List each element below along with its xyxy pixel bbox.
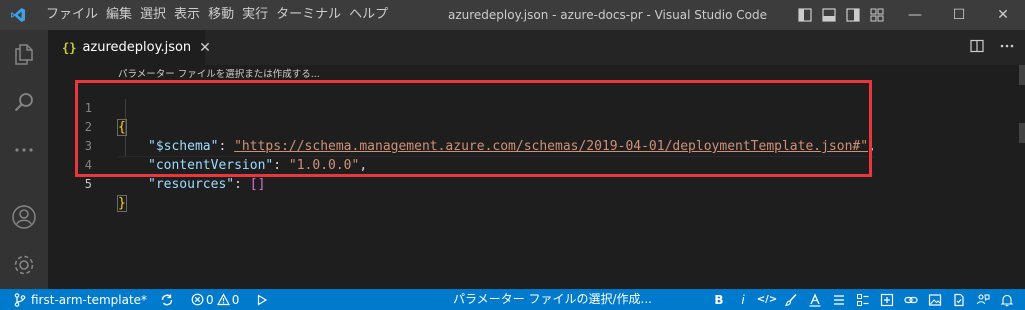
resources-key: "resources" bbox=[148, 177, 235, 192]
link-icon bbox=[904, 296, 918, 303]
menu-edit[interactable]: 編集 bbox=[102, 0, 136, 30]
toggle-panel-icon[interactable] bbox=[817, 0, 841, 30]
search-icon bbox=[14, 93, 33, 112]
sync-icon bbox=[161, 294, 173, 305]
tab-strip: {} azuredeploy.json ✕ bbox=[48, 30, 1025, 65]
sync-button[interactable] bbox=[152, 289, 179, 310]
code-button[interactable]: </> bbox=[755, 289, 779, 310]
menu-selection[interactable]: 選択 bbox=[136, 0, 170, 30]
branch-status[interactable]: first-arm-template* bbox=[0, 289, 152, 310]
line-number: 5 bbox=[84, 177, 92, 191]
paintbrush-icon bbox=[785, 293, 797, 306]
error-count: 0 bbox=[206, 292, 214, 307]
codelens-select-parameter-file[interactable]: パラメーター ファイルを選択または作成する... bbox=[118, 66, 320, 80]
status-bar: first-arm-template* 0 0 パラメーター ファイルの選択/作… bbox=[0, 289, 1025, 310]
problems-status[interactable]: 0 0 bbox=[179, 289, 244, 310]
text-color-button[interactable] bbox=[803, 289, 827, 310]
explorer-button[interactable] bbox=[0, 30, 48, 78]
files-icon bbox=[15, 44, 33, 65]
color-button[interactable] bbox=[779, 289, 803, 310]
file-check-icon bbox=[954, 293, 964, 306]
tab-label: azuredeploy.json bbox=[82, 40, 192, 55]
editor-actions bbox=[969, 30, 1015, 65]
branch-icon bbox=[14, 292, 26, 307]
branch-name: first-arm-template* bbox=[31, 292, 148, 307]
customize-layout-icon[interactable] bbox=[865, 0, 889, 30]
feedback-button[interactable] bbox=[971, 289, 995, 310]
warning-icon bbox=[216, 293, 230, 306]
image-icon bbox=[928, 293, 942, 306]
maximize-button[interactable]: ☐ bbox=[937, 0, 981, 30]
gear-icon bbox=[14, 255, 34, 275]
more-views-button[interactable] bbox=[0, 126, 48, 174]
status-right-items: B i </> bbox=[707, 289, 1019, 310]
run-icon bbox=[258, 293, 268, 306]
colon: : bbox=[234, 177, 250, 192]
menu-terminal[interactable]: ターミナル bbox=[272, 0, 345, 30]
warning-count: 0 bbox=[231, 292, 240, 307]
bell-icon bbox=[1000, 294, 1014, 306]
manage-button[interactable] bbox=[0, 241, 48, 289]
text-color-icon bbox=[809, 292, 821, 307]
tab-azuredeploy[interactable]: {} azuredeploy.json ✕ bbox=[48, 30, 211, 65]
resources-value: [] bbox=[249, 177, 266, 192]
minimize-button[interactable]: — bbox=[893, 0, 937, 30]
menu-bar: ファイル 編集 選択 表示 移動 実行 ターミナル ヘルプ bbox=[42, 0, 392, 30]
numbered-list-icon bbox=[857, 293, 869, 306]
menu-help[interactable]: ヘルプ bbox=[345, 0, 392, 30]
numbered-list-button[interactable] bbox=[851, 289, 875, 310]
italic-button[interactable]: i bbox=[731, 289, 755, 310]
link-button[interactable] bbox=[899, 289, 923, 310]
highlight-box bbox=[75, 80, 872, 177]
menu-run[interactable]: 実行 bbox=[238, 0, 272, 30]
code-editor[interactable]: パラメーター ファイルを選択または作成する... 1 { 2 "$schema"… bbox=[48, 65, 1025, 289]
split-editor-icon[interactable] bbox=[969, 38, 985, 58]
insert-button[interactable] bbox=[875, 289, 899, 310]
run-button[interactable] bbox=[244, 289, 273, 310]
json-file-icon: {} bbox=[62, 40, 77, 55]
toggle-primary-sidebar-icon[interactable] bbox=[793, 0, 817, 30]
close-brace: } bbox=[117, 195, 127, 212]
menu-go[interactable]: 移動 bbox=[204, 0, 238, 30]
title-controls: — ☐ ✕ bbox=[793, 0, 1025, 30]
notifications-button[interactable] bbox=[995, 289, 1019, 310]
bold-button[interactable]: B bbox=[707, 289, 731, 310]
feedback-icon bbox=[976, 293, 990, 304]
toggle-secondary-sidebar-icon[interactable] bbox=[841, 0, 865, 30]
search-button[interactable] bbox=[0, 78, 48, 126]
activity-bar bbox=[0, 30, 48, 289]
vscode-logo-icon bbox=[0, 0, 36, 30]
account-icon bbox=[12, 205, 36, 229]
vertical-scrollbar[interactable] bbox=[1019, 65, 1025, 289]
menu-file[interactable]: ファイル bbox=[42, 0, 102, 30]
overview-ruler-mark bbox=[1019, 65, 1025, 85]
menu-view[interactable]: 表示 bbox=[170, 0, 204, 30]
list-icon bbox=[834, 294, 844, 305]
error-icon bbox=[191, 293, 204, 306]
title-bar: ファイル 編集 選択 表示 移動 実行 ターミナル ヘルプ azuredeplo… bbox=[0, 0, 1025, 30]
plus-box-icon bbox=[880, 293, 894, 306]
list-button[interactable] bbox=[827, 289, 851, 310]
select-parameter-file-status[interactable]: パラメーター ファイルの選択/作成... bbox=[453, 289, 652, 310]
close-window-button[interactable]: ✕ bbox=[981, 0, 1025, 30]
overview-ruler-mark bbox=[1019, 123, 1025, 143]
image-button[interactable] bbox=[923, 289, 947, 310]
file-check-button[interactable] bbox=[947, 289, 971, 310]
close-tab-icon[interactable]: ✕ bbox=[199, 40, 211, 56]
more-actions-icon[interactable] bbox=[999, 38, 1015, 58]
more-icon bbox=[15, 148, 33, 152]
accounts-button[interactable] bbox=[0, 193, 48, 241]
